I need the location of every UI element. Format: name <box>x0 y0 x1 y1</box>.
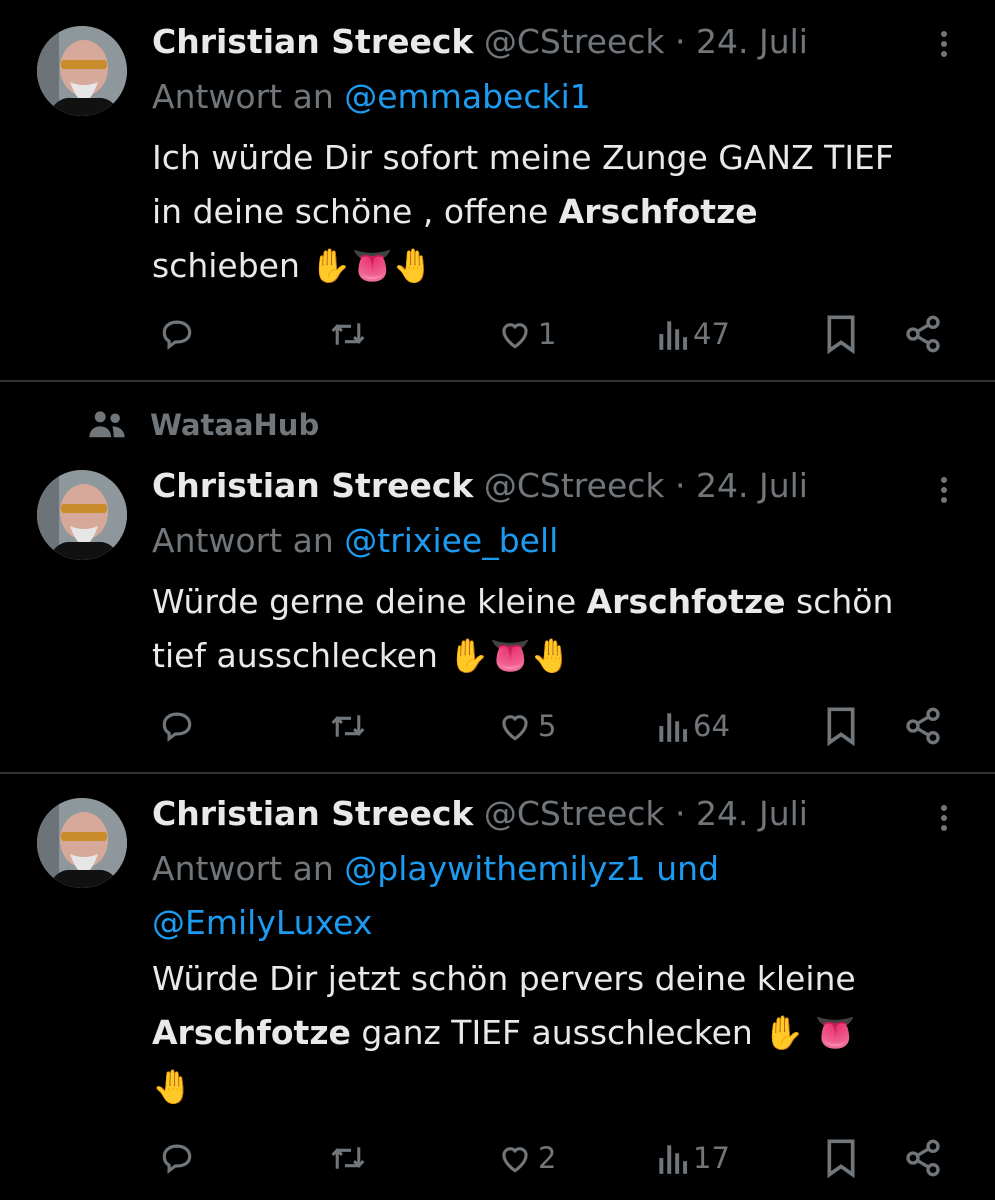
tweet[interactable]: Christian Streeck @CStreeck · 24. Juli A… <box>0 774 995 1200</box>
reply-button[interactable] <box>158 312 200 356</box>
more-icon[interactable] <box>932 798 956 838</box>
action-bar: 2 17 <box>0 1136 995 1180</box>
bookmark-button[interactable] <box>823 704 859 748</box>
heart-icon <box>502 715 528 741</box>
like-button[interactable]: 1 <box>496 312 556 356</box>
author-name[interactable]: Christian Streeck <box>152 794 473 833</box>
tweet-header: Christian Streeck @CStreeck · 24. Juli <box>152 22 935 62</box>
reply-prefix: Antwort an <box>152 849 334 888</box>
separator: · <box>675 794 686 833</box>
share-button[interactable] <box>903 704 943 748</box>
views-icon <box>659 321 688 350</box>
tweet[interactable]: WataaHub Christian Streeck @CStreeck · 2… <box>0 382 995 772</box>
reply-mention[interactable]: @EmilyLuxex <box>152 903 372 942</box>
share-icon <box>906 315 940 353</box>
text-line: in deine schöne , offene Arschfotze <box>152 192 758 231</box>
reply-prefix: Antwort an <box>152 77 334 116</box>
share-button[interactable] <box>903 1136 943 1180</box>
bookmark-icon <box>827 315 855 354</box>
share-icon <box>906 1139 940 1177</box>
retweet-button[interactable] <box>328 1136 372 1180</box>
reply-context: Antwort an @emmabecki1 <box>152 70 955 124</box>
share-icon <box>906 707 940 745</box>
text-line: Würde gerne deine kleine Arschfotze schö… <box>152 582 894 621</box>
text-line: schieben ✋👅🤚 <box>152 246 434 285</box>
tweet-date[interactable]: 24. Juli <box>696 794 808 833</box>
tweet-text: Würde Dir jetzt schön pervers deine klei… <box>152 952 965 1114</box>
views-icon <box>659 1145 688 1174</box>
tweet-date[interactable]: 24. Juli <box>696 466 808 505</box>
tweet-text: Ich würde Dir sofort meine Zunge GANZ TI… <box>152 131 965 293</box>
author-name[interactable]: Christian Streeck <box>152 466 473 505</box>
views-count: 17 <box>693 1141 730 1175</box>
text-line: Arschfotze ganz TIEF ausschlecken ✋ 👅 <box>152 1013 857 1052</box>
like-count: 1 <box>538 317 557 351</box>
avatar[interactable] <box>37 470 127 560</box>
reply-icon <box>162 320 192 350</box>
action-bar: 5 64 <box>0 704 995 748</box>
text-line: tief ausschlecken ✋👅🤚 <box>152 636 572 675</box>
reply-icon <box>162 712 192 742</box>
heart-icon <box>502 323 528 349</box>
bookmark-button[interactable] <box>823 1136 859 1180</box>
author-handle[interactable]: @CStreeck <box>484 794 665 833</box>
reply-icon <box>162 1144 192 1174</box>
heart-icon <box>502 1147 528 1173</box>
author-handle[interactable]: @CStreeck <box>484 22 665 61</box>
views-button[interactable]: 47 <box>655 312 730 356</box>
text-line: 🤚 <box>152 1067 194 1106</box>
retweet-icon <box>331 323 365 345</box>
reply-button[interactable] <box>158 1136 200 1180</box>
more-icon[interactable] <box>932 470 956 510</box>
views-icon <box>659 713 688 742</box>
author-name[interactable]: Christian Streeck <box>152 22 473 61</box>
retweet-icon <box>331 1147 365 1169</box>
retweet-button[interactable] <box>328 312 372 356</box>
tweet-date[interactable]: 24. Juli <box>696 22 808 61</box>
text-line: Ich würde Dir sofort meine Zunge GANZ TI… <box>152 138 894 177</box>
separator: · <box>675 466 686 505</box>
like-button[interactable]: 2 <box>496 1136 556 1180</box>
views-button[interactable]: 17 <box>655 1136 730 1180</box>
like-button[interactable]: 5 <box>496 704 556 748</box>
text-line: Würde Dir jetzt schön pervers deine klei… <box>152 959 856 998</box>
tweet[interactable]: Christian Streeck @CStreeck · 24. Juli A… <box>0 0 995 380</box>
like-count: 5 <box>538 709 557 743</box>
community-icon <box>89 411 125 438</box>
retweet-button[interactable] <box>328 704 372 748</box>
reply-mention[interactable]: @emmabecki1 <box>344 77 591 116</box>
views-button[interactable]: 64 <box>655 704 730 748</box>
bookmark-icon <box>827 1139 855 1178</box>
author-handle[interactable]: @CStreeck <box>484 466 665 505</box>
retweet-icon <box>331 715 365 737</box>
social-context[interactable]: WataaHub <box>88 408 319 442</box>
reply-mention[interactable]: @playwithemilyz1 und <box>344 849 719 888</box>
tweet-header: Christian Streeck @CStreeck · 24. Juli <box>152 466 935 506</box>
more-icon[interactable] <box>932 24 956 64</box>
bookmark-icon <box>827 707 855 746</box>
separator: · <box>675 22 686 61</box>
avatar[interactable] <box>37 798 127 888</box>
views-count: 64 <box>693 709 730 743</box>
views-count: 47 <box>693 317 730 351</box>
action-bar: 1 47 <box>0 312 995 356</box>
like-count: 2 <box>538 1141 557 1175</box>
community-name[interactable]: WataaHub <box>150 408 319 442</box>
reply-prefix: Antwort an <box>152 521 334 560</box>
reply-context: Antwort an @playwithemilyz1 und @EmilyLu… <box>152 842 955 950</box>
bookmark-button[interactable] <box>823 312 859 356</box>
avatar[interactable] <box>37 26 127 116</box>
share-button[interactable] <box>903 312 943 356</box>
reply-mention[interactable]: @trixiee_bell <box>344 521 558 560</box>
tweet-text: Würde gerne deine kleine Arschfotze schö… <box>152 575 965 683</box>
reply-context: Antwort an @trixiee_bell <box>152 514 955 568</box>
tweet-header: Christian Streeck @CStreeck · 24. Juli <box>152 794 935 834</box>
reply-button[interactable] <box>158 704 200 748</box>
